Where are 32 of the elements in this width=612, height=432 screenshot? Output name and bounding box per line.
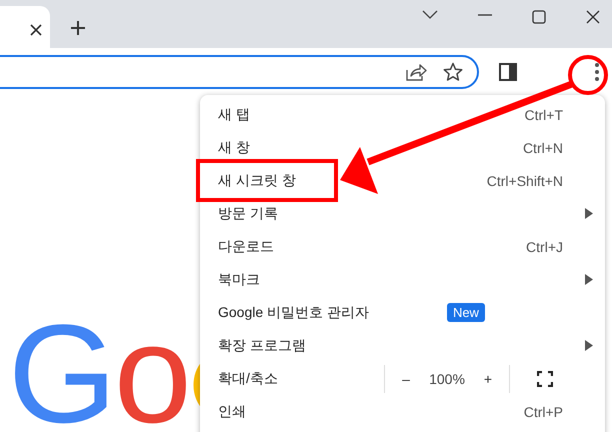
star-icon[interactable] — [443, 62, 463, 82]
address-bar[interactable] — [0, 54, 479, 88]
fullscreen-icon[interactable] — [537, 370, 553, 386]
new-badge: New — [446, 303, 485, 322]
zoom-in-button[interactable]: + — [475, 370, 501, 386]
menu-item[interactable]: 북마크 — [200, 263, 605, 296]
close-icon[interactable] — [586, 10, 600, 24]
zoom-level: 100% — [428, 370, 466, 386]
maximize-icon[interactable] — [532, 10, 546, 24]
menu-item[interactable]: 새 탭 Ctrl+T — [200, 98, 605, 131]
menu-item[interactable]: 새 시크릿 창 Ctrl+Shift+N — [200, 164, 605, 197]
share-icon[interactable] — [405, 62, 427, 82]
shortcut-text: Ctrl+N — [522, 140, 563, 156]
menu-item[interactable]: 인쇄 Ctrl+P — [200, 395, 605, 428]
more-menu-icon[interactable] — [594, 62, 600, 82]
side-panel-icon[interactable] — [499, 62, 517, 80]
shortcut-text: Ctrl+T — [524, 106, 563, 122]
menu-item-label: 확대/축소 — [218, 370, 279, 388]
chevron-down-icon[interactable] — [422, 10, 438, 20]
shortcut-text: Ctrl+P — [524, 404, 563, 420]
zoom-out-button[interactable]: – — [393, 370, 419, 386]
menu-item[interactable]: 확장 프로그램 — [200, 329, 605, 362]
close-icon[interactable] — [30, 24, 42, 36]
minimize-icon[interactable] — [478, 14, 492, 16]
menu-item[interactable]: 새 창 Ctrl+N — [200, 131, 605, 164]
highlight-circle — [568, 55, 608, 95]
plus-icon[interactable] — [70, 20, 86, 36]
menu-item[interactable]: 방문 기록 — [200, 197, 605, 230]
menu-item[interactable]: Google 비밀번호 관리자 New — [200, 296, 605, 329]
menu-item[interactable]: 다운로드 Ctrl+J — [200, 230, 605, 263]
shortcut-text: Ctrl+J — [526, 238, 563, 254]
shortcut-text: Ctrl+Shift+N — [486, 172, 563, 188]
